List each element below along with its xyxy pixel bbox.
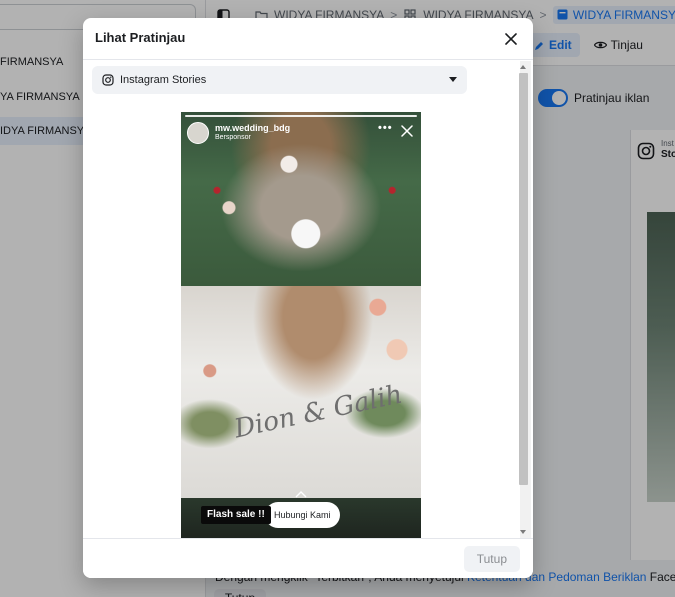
more-options-icon[interactable]: ••• bbox=[378, 122, 393, 134]
chevron-up-icon bbox=[295, 491, 307, 498]
story-username: mw.wedding_bdg bbox=[215, 123, 291, 133]
flash-sale-sticker: Flash sale !! bbox=[201, 506, 271, 524]
placement-select[interactable]: Instagram Stories bbox=[92, 66, 467, 94]
story-sponsored-label: Bersponsor bbox=[215, 134, 251, 141]
modal-scrollbar[interactable] bbox=[519, 61, 531, 538]
close-button[interactable] bbox=[501, 29, 521, 49]
chevron-down-icon bbox=[449, 77, 457, 82]
story-avatar bbox=[187, 122, 209, 144]
close-icon bbox=[505, 33, 517, 45]
modal-header: Lihat Pratinjau bbox=[83, 18, 533, 60]
placement-select-value: Instagram Stories bbox=[120, 74, 207, 86]
cta-button[interactable]: Hubungi Kami bbox=[265, 502, 340, 528]
modal-title: Lihat Pratinjau bbox=[95, 30, 186, 45]
story-progress-bar bbox=[185, 115, 417, 117]
preview-modal: Lihat Pratinjau Instagram Stories mw.wed… bbox=[83, 18, 533, 578]
scrollbar-thumb[interactable] bbox=[519, 73, 528, 485]
modal-close-button[interactable]: Tutup bbox=[463, 546, 520, 572]
story-preview: mw.wedding_bdg Bersponsor ••• Dion & Gal… bbox=[181, 112, 421, 538]
story-close-icon[interactable] bbox=[401, 125, 413, 137]
scroll-down-arrow-icon[interactable] bbox=[520, 530, 526, 534]
instagram-icon bbox=[102, 74, 114, 86]
modal-footer: Tutup bbox=[83, 538, 533, 578]
scroll-up-arrow-icon[interactable] bbox=[520, 65, 526, 69]
modal-body[interactable]: Instagram Stories mw.wedding_bdg Berspon… bbox=[83, 61, 533, 538]
